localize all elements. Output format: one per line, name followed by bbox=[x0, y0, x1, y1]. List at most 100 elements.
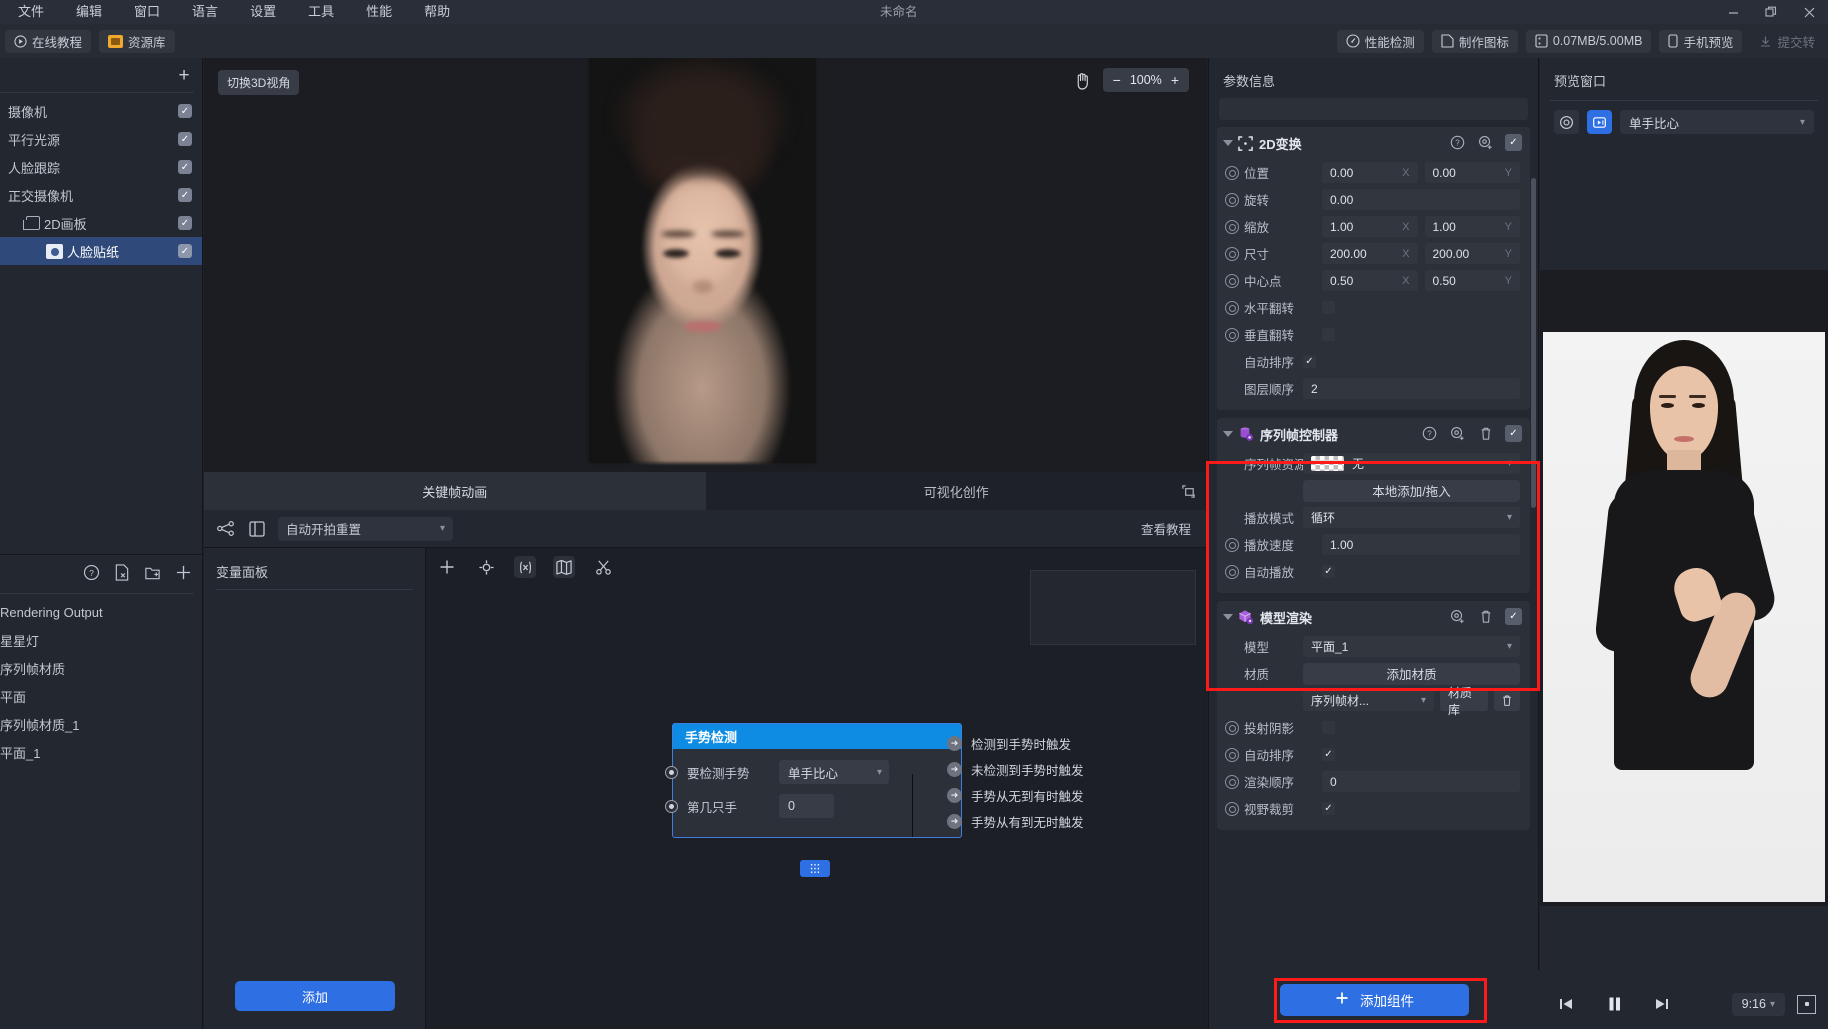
help-icon[interactable]: ? bbox=[1449, 134, 1466, 151]
position-y-input[interactable]: 0.00 Y bbox=[1424, 162, 1520, 183]
node-output-row[interactable]: ➜ 手势从有到无时触发 bbox=[947, 808, 1207, 834]
menu-edit[interactable]: 编辑 bbox=[60, 0, 118, 24]
hierarchy-item-face-sticker[interactable]: 人脸贴纸 ✓ bbox=[0, 237, 202, 265]
gesture-detect-node[interactable]: 手势检测 要检测手势 单手比心 ▾ 第几只手 0 bbox=[665, 723, 962, 838]
add-material-button[interactable]: 添加材质 bbox=[1303, 662, 1520, 685]
map-icon[interactable] bbox=[553, 556, 575, 578]
node-tree-icon[interactable] bbox=[214, 518, 236, 540]
menu-window[interactable]: 窗口 bbox=[118, 0, 176, 24]
hierarchy-add-button[interactable]: + bbox=[174, 65, 194, 85]
variable-icon[interactable] bbox=[514, 556, 536, 578]
render-auto-sort-checkbox[interactable]: ✓ bbox=[1322, 748, 1335, 761]
inspector-scroll[interactable]: 2D变换 ? ✓ 位置 0.00 X 0.00 Y 旋转 0.00 缩放 1.0… bbox=[1209, 98, 1538, 970]
output-port-icon[interactable]: ➜ bbox=[947, 735, 962, 751]
skip-back-icon[interactable] bbox=[1552, 990, 1580, 1018]
play-speed-input[interactable]: 1.00 bbox=[1322, 534, 1520, 555]
add-component-button[interactable]: 添加组件 bbox=[1280, 983, 1469, 1016]
input-port-icon[interactable] bbox=[665, 766, 678, 779]
size-y-input[interactable]: 200.00 Y bbox=[1424, 243, 1520, 264]
resource-library-button[interactable]: 资源库 bbox=[99, 29, 175, 53]
component-enable-checkbox[interactable]: ✓ bbox=[1505, 134, 1522, 151]
visibility-checkbox[interactable]: ✓ bbox=[178, 244, 192, 258]
hand-index-input[interactable]: 0 bbox=[779, 794, 834, 818]
keyframe-icon[interactable] bbox=[1225, 537, 1239, 552]
menu-performance[interactable]: 性能 bbox=[350, 0, 408, 24]
node-output-row[interactable]: ➜ 检测到手势时触发 bbox=[947, 730, 1207, 756]
tab-visual-scripting[interactable]: 可视化创作 bbox=[706, 472, 1208, 510]
menu-settings[interactable]: 设置 bbox=[234, 0, 292, 24]
keyframe-icon[interactable] bbox=[1225, 273, 1239, 288]
scale-x-input[interactable]: 1.00 X bbox=[1322, 216, 1418, 237]
visibility-checkbox[interactable]: ✓ bbox=[178, 132, 192, 146]
keyframe-icon[interactable] bbox=[1225, 327, 1239, 342]
preview-stage[interactable] bbox=[1540, 270, 1828, 906]
play-video-icon[interactable] bbox=[1587, 110, 1612, 134]
frustum-cull-checkbox[interactable]: ✓ bbox=[1322, 802, 1335, 815]
hierarchy-item-face-tracking[interactable]: 人脸跟踪 ✓ bbox=[0, 153, 202, 181]
help-icon[interactable]: ? bbox=[83, 564, 100, 584]
anchor-y-input[interactable]: 0.50 Y bbox=[1424, 270, 1520, 291]
layout-icon[interactable] bbox=[246, 518, 268, 540]
zoom-in-button[interactable]: + bbox=[1171, 72, 1179, 88]
auto-play-checkbox[interactable]: ✓ bbox=[1322, 565, 1335, 578]
help-icon[interactable]: ? bbox=[1421, 425, 1438, 442]
size-x-input[interactable]: 200.00 X bbox=[1322, 243, 1418, 264]
aspect-ratio-select[interactable]: 9:16 ▾ bbox=[1731, 992, 1785, 1016]
object-name-field[interactable] bbox=[1219, 98, 1528, 120]
assets-add-icon[interactable] bbox=[175, 564, 192, 584]
node-output-row[interactable]: ➜ 手势从无到有时触发 bbox=[947, 782, 1207, 808]
model-select[interactable]: 平面_1 ▾ bbox=[1303, 636, 1520, 657]
storage-usage-button[interactable]: 0.07MB/5.00MB bbox=[1525, 29, 1652, 53]
component-header[interactable]: 2D变换 ? ✓ bbox=[1217, 127, 1530, 159]
menu-tools[interactable]: 工具 bbox=[292, 0, 350, 24]
hierarchy-item-ortho-camera[interactable]: 正交摄像机 ✓ bbox=[0, 181, 202, 209]
keyframe-icon[interactable] bbox=[1225, 801, 1239, 816]
render-order-input[interactable]: 0 bbox=[1322, 771, 1520, 792]
new-file-icon[interactable] bbox=[114, 564, 130, 584]
keyframe-icon[interactable] bbox=[1225, 192, 1239, 207]
node-output-row[interactable]: ➜ 未检测到手势时触发 bbox=[947, 756, 1207, 782]
position-x-input[interactable]: 0.00 X bbox=[1322, 162, 1418, 183]
visibility-checkbox[interactable]: ✓ bbox=[178, 188, 192, 202]
record-icon[interactable] bbox=[1554, 110, 1579, 134]
inspector-scrollbar[interactable] bbox=[1531, 178, 1536, 508]
anchor-x-input[interactable]: 0.50 X bbox=[1322, 270, 1418, 291]
rotation-input[interactable]: 0.00 bbox=[1322, 189, 1520, 210]
close-button[interactable] bbox=[1790, 0, 1828, 24]
layer-order-input[interactable]: 2 bbox=[1303, 378, 1520, 399]
output-port-icon[interactable]: ➜ bbox=[947, 813, 962, 829]
asset-item[interactable]: 星星灯 bbox=[0, 626, 202, 654]
keyframe-icon[interactable] bbox=[1449, 425, 1466, 442]
hierarchy-item-directional-light[interactable]: 平行光源 ✓ bbox=[0, 125, 202, 153]
maximize-button[interactable] bbox=[1752, 0, 1790, 24]
component-header[interactable]: 序列帧控制器 ? ✓ bbox=[1217, 418, 1530, 450]
phone-preview-button[interactable]: 手机预览 bbox=[1659, 29, 1743, 53]
cast-shadow-checkbox[interactable] bbox=[1322, 721, 1335, 734]
material-select[interactable]: 序列帧材... ▾ bbox=[1303, 690, 1434, 711]
visibility-checkbox[interactable]: ✓ bbox=[178, 216, 192, 230]
make-icon-button[interactable]: 制作图标 bbox=[1431, 29, 1518, 53]
chevron-down-icon[interactable] bbox=[1223, 431, 1233, 437]
menu-help[interactable]: 帮助 bbox=[408, 0, 466, 24]
keyframe-icon[interactable] bbox=[1225, 219, 1239, 234]
material-library-button[interactable]: 材质库 bbox=[1440, 686, 1488, 717]
keyframe-icon[interactable] bbox=[1225, 165, 1239, 180]
asset-item[interactable]: 序列帧材质 bbox=[0, 654, 202, 682]
hand-icon[interactable] bbox=[1074, 71, 1091, 90]
menu-file[interactable]: 文件 bbox=[2, 0, 60, 24]
keyframe-icon[interactable] bbox=[1225, 747, 1239, 762]
flip-horizontal-checkbox[interactable] bbox=[1322, 301, 1335, 314]
output-port-icon[interactable]: ➜ bbox=[947, 787, 962, 803]
expand-icon[interactable] bbox=[1179, 482, 1197, 500]
delete-icon[interactable] bbox=[1477, 608, 1494, 625]
component-header[interactable]: 模型渲染 ✓ bbox=[1217, 601, 1530, 633]
sequence-asset-select[interactable]: 无 ▾ bbox=[1303, 453, 1520, 474]
new-folder-icon[interactable] bbox=[144, 565, 161, 584]
add-variable-button[interactable]: 添加 bbox=[235, 981, 395, 1011]
keyframe-icon[interactable] bbox=[1225, 774, 1239, 789]
gesture-type-select[interactable]: 单手比心 ▾ bbox=[779, 760, 889, 784]
minimize-button[interactable] bbox=[1714, 0, 1752, 24]
input-port-icon[interactable] bbox=[665, 800, 678, 813]
target-icon[interactable] bbox=[475, 556, 497, 578]
visibility-checkbox[interactable]: ✓ bbox=[178, 104, 192, 118]
